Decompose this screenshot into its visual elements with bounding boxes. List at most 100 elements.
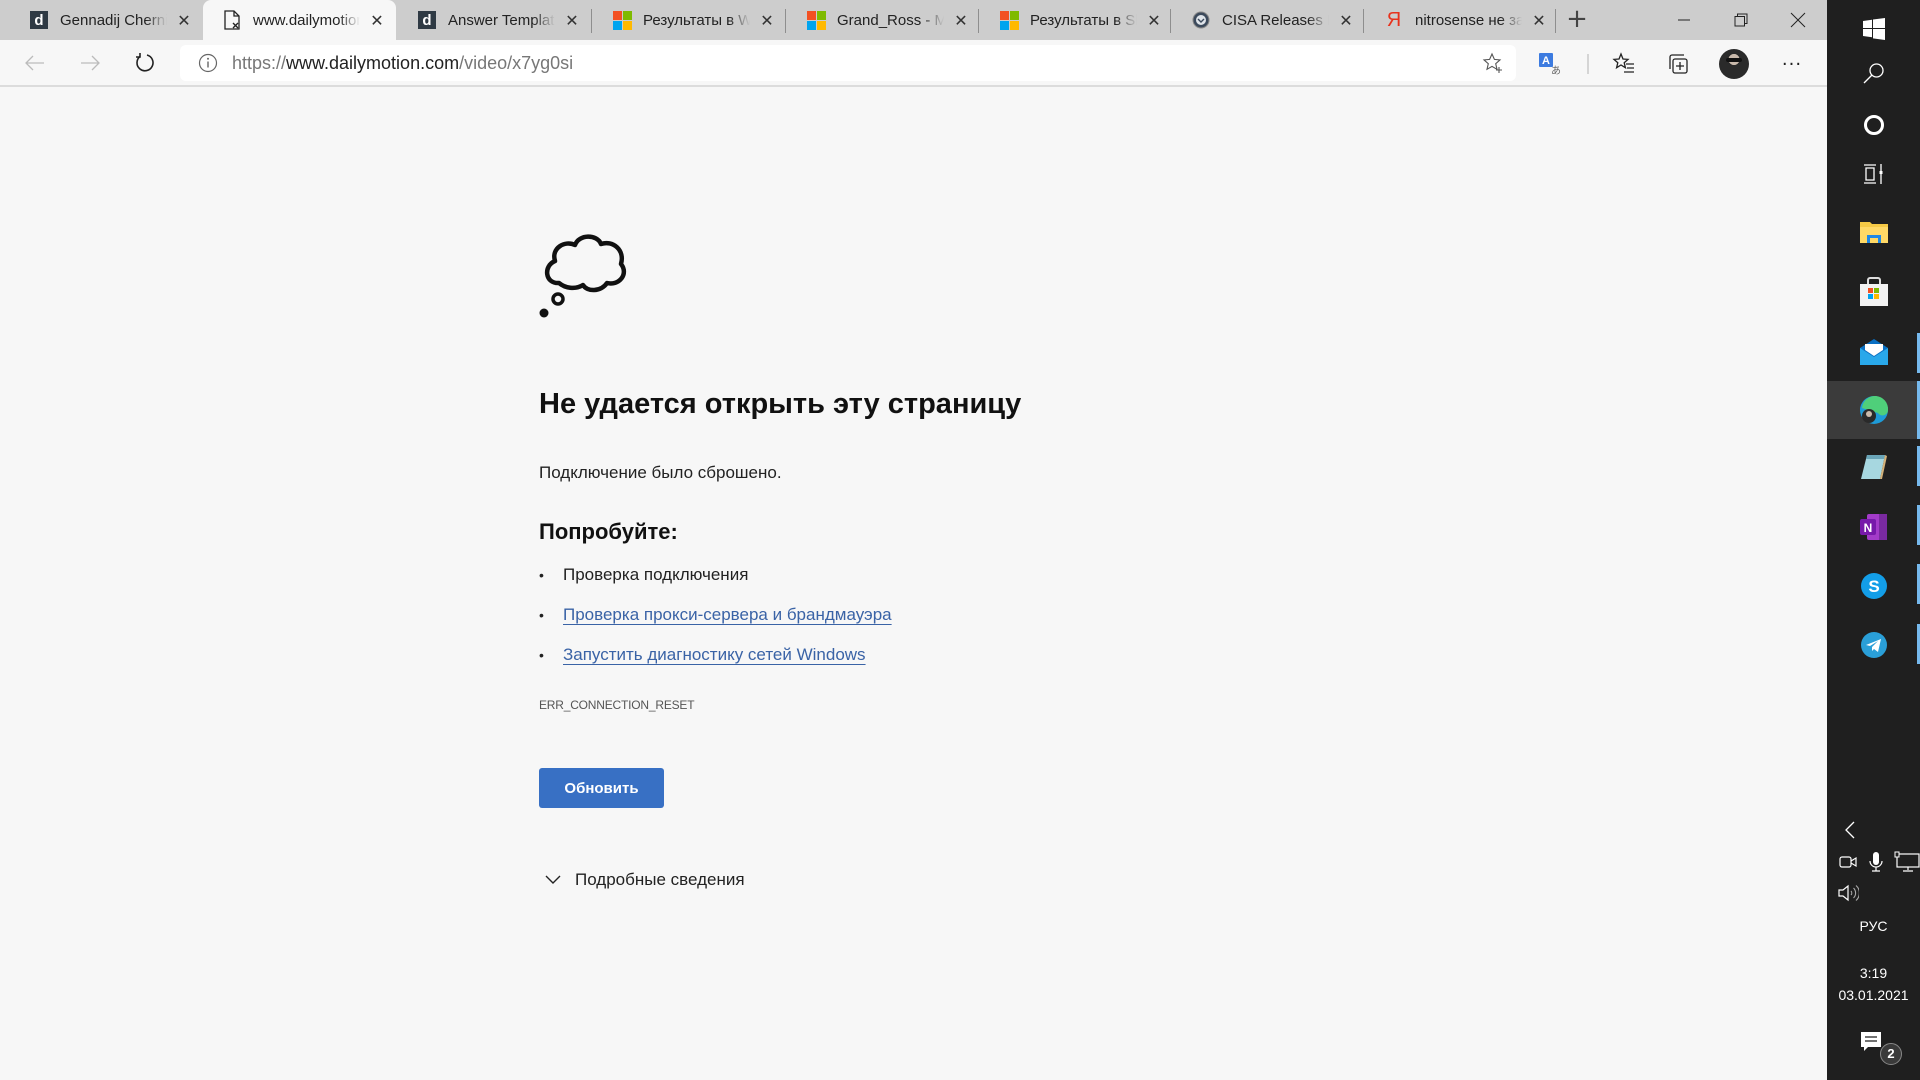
forward-arrow-icon xyxy=(81,55,100,70)
tab-title: Answer Template xyxy=(448,11,555,29)
mail-button[interactable] xyxy=(1827,323,1920,381)
tab-title: CISA Releases Free xyxy=(1222,11,1329,29)
input-language-indicator[interactable]: РУС xyxy=(1827,918,1920,934)
skype-button[interactable]: S xyxy=(1827,557,1920,615)
url-path: /video/x7yg0si xyxy=(459,52,574,73)
url-text[interactable]: https://www.dailymotion.com/video/x7yg0s… xyxy=(232,53,573,74)
close-tab-icon[interactable]: ✕ xyxy=(368,11,386,30)
new-tab-button[interactable]: + xyxy=(1563,6,1591,34)
close-tab-icon[interactable]: ✕ xyxy=(1337,11,1355,30)
close-window-button[interactable] xyxy=(1770,0,1826,40)
address-bar[interactable]: https://www.dailymotion.com/video/x7yg0s… xyxy=(180,45,1516,81)
edge-button[interactable] xyxy=(1827,381,1920,439)
favorites-button[interactable] xyxy=(1610,50,1638,78)
notepad-button[interactable] xyxy=(1827,438,1920,496)
tab-gennadij[interactable]: d Gennadij Chernikov ✕ xyxy=(10,0,203,40)
camera-in-use-icon[interactable] xyxy=(1837,851,1859,873)
microsoft-store-icon xyxy=(1859,277,1888,306)
settings-more-button[interactable]: ··· xyxy=(1778,50,1806,78)
tab-separator xyxy=(1363,9,1364,33)
close-tab-icon[interactable]: ✕ xyxy=(952,11,970,30)
tab-dailymotion-active[interactable]: www.dailymotion.com ✕ xyxy=(203,0,396,40)
skype-icon: S xyxy=(1860,573,1887,599)
tab-separator xyxy=(1555,9,1556,33)
info-icon[interactable] xyxy=(198,53,218,73)
volume-icon[interactable] xyxy=(1837,882,1859,904)
details-toggle[interactable]: Подробные сведения xyxy=(545,870,745,890)
details-toggle-label: Подробные сведения xyxy=(575,870,745,889)
chevron-down-icon xyxy=(545,875,561,884)
collections-button[interactable] xyxy=(1664,50,1692,78)
refresh-toolbar-button[interactable] xyxy=(125,40,165,85)
clock-time[interactable]: 3:19 xyxy=(1827,965,1920,981)
yandex-icon: Я xyxy=(1386,8,1402,31)
notification-count-badge: 2 xyxy=(1880,1043,1902,1065)
svg-text:あ: あ xyxy=(1551,65,1561,77)
thought-cloud-icon xyxy=(539,234,627,318)
try-heading: Попробуйте: xyxy=(539,519,678,544)
onenote-button[interactable]: N xyxy=(1827,498,1920,556)
suggestion-check-connection: • Проверка подключения xyxy=(539,565,892,605)
clock-date[interactable]: 03.01.2021 xyxy=(1827,987,1920,1003)
telegram-button[interactable] xyxy=(1827,616,1920,674)
tab-title: Результаты в Skype xyxy=(1030,11,1137,29)
file-explorer-button[interactable] xyxy=(1827,203,1920,261)
tab-results-windows[interactable]: Результаты в Windows ✕ xyxy=(593,0,786,40)
browser-toolbar: https://www.dailymotion.com/video/x7yg0s… xyxy=(0,40,1827,87)
restore-button[interactable] xyxy=(1713,0,1769,40)
run-network-diagnostics-link[interactable]: Запустить диагностику сетей Windows xyxy=(563,645,866,665)
check-proxy-firewall-link[interactable]: Проверка прокси-сервера и брандмауэра xyxy=(563,605,892,625)
dailymotion-icon: d xyxy=(30,11,48,29)
close-tab-icon[interactable]: ✕ xyxy=(563,11,581,30)
edge-icon xyxy=(1859,395,1888,424)
telegram-icon xyxy=(1860,632,1887,658)
close-tab-icon[interactable]: ✕ xyxy=(1530,11,1548,30)
refresh-button[interactable]: Обновить xyxy=(539,768,664,808)
svg-text:S: S xyxy=(1868,577,1879,596)
tab-nitrosense[interactable]: Я nitrosense не запускается ✕ xyxy=(1365,0,1558,40)
translate-button[interactable]: Aあ xyxy=(1536,50,1564,78)
forward-button[interactable] xyxy=(70,40,110,85)
notepad-icon xyxy=(1860,455,1887,479)
microphone-icon[interactable] xyxy=(1865,851,1887,873)
dailymotion-icon: d xyxy=(418,11,436,29)
tab-results-skype[interactable]: Результаты в Skype ✕ xyxy=(980,0,1173,40)
broken-page-icon xyxy=(223,10,241,30)
task-view-icon xyxy=(1863,164,1882,184)
tab-cisa[interactable]: CISA Releases Free ✕ xyxy=(1172,0,1365,40)
minimize-icon xyxy=(1678,19,1690,21)
back-arrow-icon xyxy=(25,55,44,70)
microsoft-store-button[interactable] xyxy=(1827,263,1920,321)
minimize-button[interactable] xyxy=(1656,0,1712,40)
microsoft-icon xyxy=(999,11,1019,30)
network-icon[interactable] xyxy=(1894,851,1920,873)
search-button[interactable] xyxy=(1827,44,1920,102)
notification-icon xyxy=(1861,1032,1881,1051)
tab-separator xyxy=(978,9,979,33)
back-button[interactable] xyxy=(15,40,55,85)
close-tab-icon[interactable]: ✕ xyxy=(1145,11,1163,30)
show-hidden-icons-chevron[interactable] xyxy=(1842,820,1858,840)
add-favorite-star-icon[interactable] xyxy=(1482,52,1504,74)
suggestion-text: Проверка подключения xyxy=(563,565,749,584)
action-center-button[interactable]: 2 xyxy=(1860,1031,1902,1065)
windows-taskbar: N S РУС 3:19 03.01.2021 2 xyxy=(1827,0,1920,1080)
close-tab-icon[interactable]: ✕ xyxy=(758,11,776,30)
browser-window: d Gennadij Chernikov ✕ www.dailymotion.c… xyxy=(0,0,1827,1080)
tab-grand-ross[interactable]: Grand_Ross - Microsoft ✕ xyxy=(787,0,980,40)
tab-title: www.dailymotion.com xyxy=(253,11,360,29)
tab-answer-template[interactable]: d Answer Template ✕ xyxy=(398,0,591,40)
dhs-seal-icon xyxy=(1192,11,1210,29)
suggestion-run-diagnostics: • Запустить диагностику сетей Windows xyxy=(539,645,892,685)
tab-separator xyxy=(591,9,592,33)
close-tab-icon[interactable]: ✕ xyxy=(175,11,193,30)
microsoft-icon xyxy=(612,11,632,30)
task-view-button[interactable] xyxy=(1827,145,1920,203)
cortana-circle-icon xyxy=(1863,115,1884,135)
svg-text:N: N xyxy=(1863,521,1872,535)
toolbar-separator xyxy=(1587,54,1589,74)
suggestion-check-proxy: • Проверка прокси-сервера и брандмауэра xyxy=(539,605,892,645)
onenote-icon: N xyxy=(1859,514,1887,540)
profile-avatar[interactable] xyxy=(1719,49,1749,79)
tab-title: nitrosense не запускается xyxy=(1415,11,1522,29)
